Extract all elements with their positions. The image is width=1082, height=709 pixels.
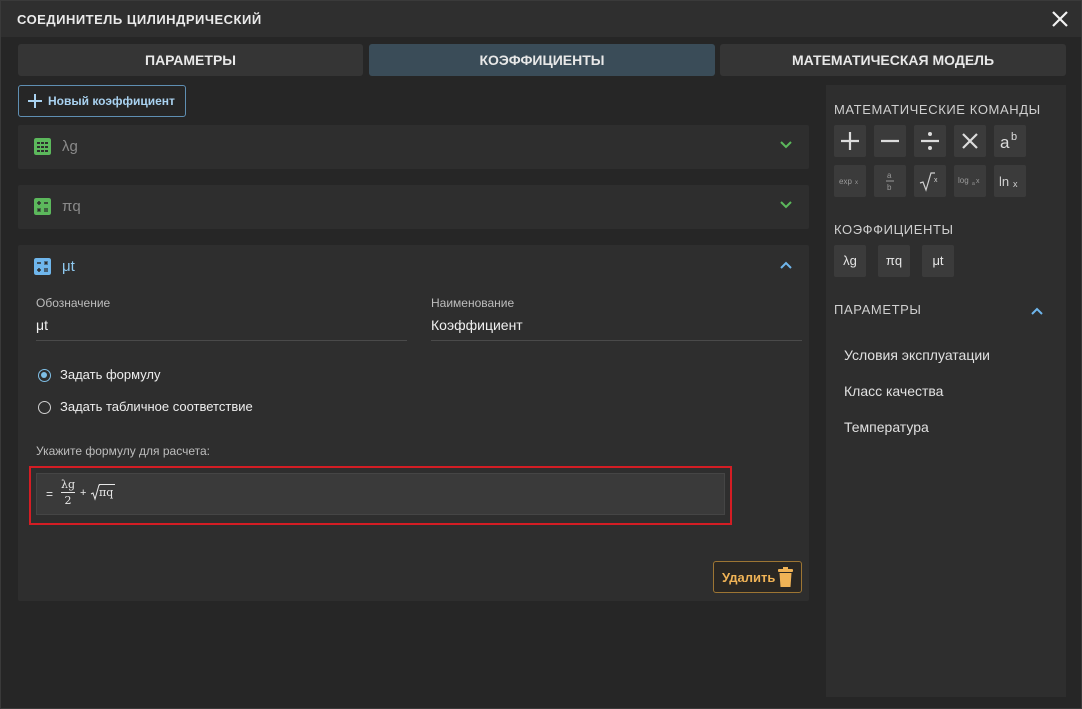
svg-text:a: a [972,181,975,187]
sqrt-icon: x [919,172,938,192]
coefficient-label-mu: μt [62,258,75,275]
chevron-down-icon [780,141,792,149]
designation-underline [36,340,407,341]
formula-equals: = [46,487,54,501]
cmd-multiply-button[interactable] [954,125,986,157]
plus-icon [28,94,42,108]
trash-icon [778,567,793,587]
coefficient-panel-mu: μt Обозначение μt Наименование Коэффицие… [18,245,809,601]
multiply-icon [962,133,978,149]
radio-button[interactable] [38,401,51,414]
formula-sqrt-arg: πq [99,486,114,499]
svg-text:log: log [958,176,969,185]
cmd-power-button[interactable]: ab [994,125,1026,157]
formula-plus: + [80,487,87,499]
exp-icon: exp x [839,177,858,186]
close-icon [1052,11,1068,27]
math-commands-title: МАТЕМАТИЧЕСКИЕ КОМАНДЫ [834,102,1041,117]
coefficient-header-pi[interactable]: πq [18,185,809,229]
power-icon: ab [1000,131,1017,152]
coef-insert-pi[interactable]: πq [878,245,910,277]
title-bar: СОЕДИНИТЕЛЬ ЦИЛИНДРИЧЕСКИЙ [1,1,1081,37]
radio-button-checked[interactable] [38,369,51,382]
minus-icon [881,139,899,143]
cmd-ln-button[interactable]: ln x [994,165,1026,197]
formula-numerator: λg [60,478,75,491]
delete-label: Удалить [722,570,776,585]
close-button[interactable] [1049,8,1071,30]
fraction-bar [61,492,75,493]
formula-input[interactable]: = λg 2 + πq [36,473,725,515]
chevron-up-icon [780,261,792,269]
formula-denominator: 2 [64,494,72,507]
coefficient-header-mu[interactable]: μt [18,245,809,289]
formula-prompt: Укажите формулу для расчета: [36,444,210,458]
coefficients-title: КОЭФФИЦИЕНТЫ [834,222,954,237]
new-coefficient-button[interactable]: Новый коэффициент [18,85,186,117]
cmd-sqrt-button[interactable]: x [914,165,946,197]
log-icon: log a x [958,176,980,187]
sqrt-bar [99,484,115,485]
param-item-temperature[interactable]: Температура [844,419,929,435]
plus-icon [841,132,859,150]
params-title: ПАРАМЕТРЫ [834,302,922,317]
svg-text:x: x [855,180,858,186]
designation-field[interactable]: μt [36,317,48,333]
cmd-plus-button[interactable] [834,125,866,157]
svg-text:x: x [1013,179,1018,189]
delete-button[interactable]: Удалить [713,561,802,593]
param-item-operating-conditions[interactable]: Условия эксплуатации [844,347,990,363]
chevron-up-icon[interactable] [1030,304,1044,318]
coefficient-label-pi: πq [62,198,81,215]
svg-text:b: b [887,183,892,192]
svg-text:exp: exp [839,177,852,186]
svg-text:ln: ln [999,174,1009,189]
name-field[interactable]: Коэффициент [431,317,523,333]
svg-text:a: a [887,171,892,180]
name-underline [431,340,802,341]
cmd-fraction-button[interactable]: ab [874,165,906,197]
name-label: Наименование [431,296,515,310]
param-item-quality-class[interactable]: Класс качества [844,383,943,399]
tab-bar: ПАРАМЕТРЫ КОЭФФИЦИЕНТЫ МАТЕМАТИЧЕСКАЯ МО… [18,44,1066,76]
calculator-icon [34,198,51,215]
coef-insert-mu[interactable]: μt [922,245,954,277]
ln-icon: ln x [999,174,1018,189]
svg-text:x: x [976,178,980,185]
coefficient-panel-pi: πq [18,185,809,229]
coefficient-panel-lambda: λg [18,125,809,169]
tab-parameters[interactable]: ПАРАМЕТРЫ [18,44,363,76]
svg-text:a: a [1000,133,1010,152]
dialog-window: СОЕДИНИТЕЛЬ ЦИЛИНДРИЧЕСКИЙ ПАРАМЕТРЫ КОЭ… [0,0,1082,709]
cmd-exp-button[interactable]: exp x [834,165,866,197]
tab-coefficients[interactable]: КОЭФФИЦИЕНТЫ [369,44,715,76]
svg-text:x: x [934,177,938,184]
coefficient-label-lambda: λg [62,138,78,155]
side-panel: МАТЕМАТИЧЕСКИЕ КОМАНДЫ ab exp x ab x log a… [826,85,1066,697]
coef-insert-lambda[interactable]: λg [834,245,866,277]
designation-label: Обозначение [36,296,111,310]
cmd-log-button[interactable]: log a x [954,165,986,197]
new-coefficient-label: Новый коэффициент [48,94,175,108]
tab-math-model[interactable]: МАТЕМАТИЧЕСКАЯ МОДЕЛЬ [720,44,1066,76]
cmd-minus-button[interactable] [874,125,906,157]
radio-set-table-label: Задать табличное соответствие [60,399,253,414]
window-title: СОЕДИНИТЕЛЬ ЦИЛИНДРИЧЕСКИЙ [17,12,262,27]
chevron-down-icon [780,201,792,209]
cmd-divide-button[interactable] [914,125,946,157]
calculator-icon [34,258,51,275]
fraction-icon: ab [886,171,894,192]
coefficient-header-lambda[interactable]: λg [18,125,809,169]
radio-set-formula-label: Задать формулу [60,367,161,382]
svg-text:b: b [1011,131,1017,143]
table-icon [34,138,51,155]
divide-icon [921,132,939,150]
